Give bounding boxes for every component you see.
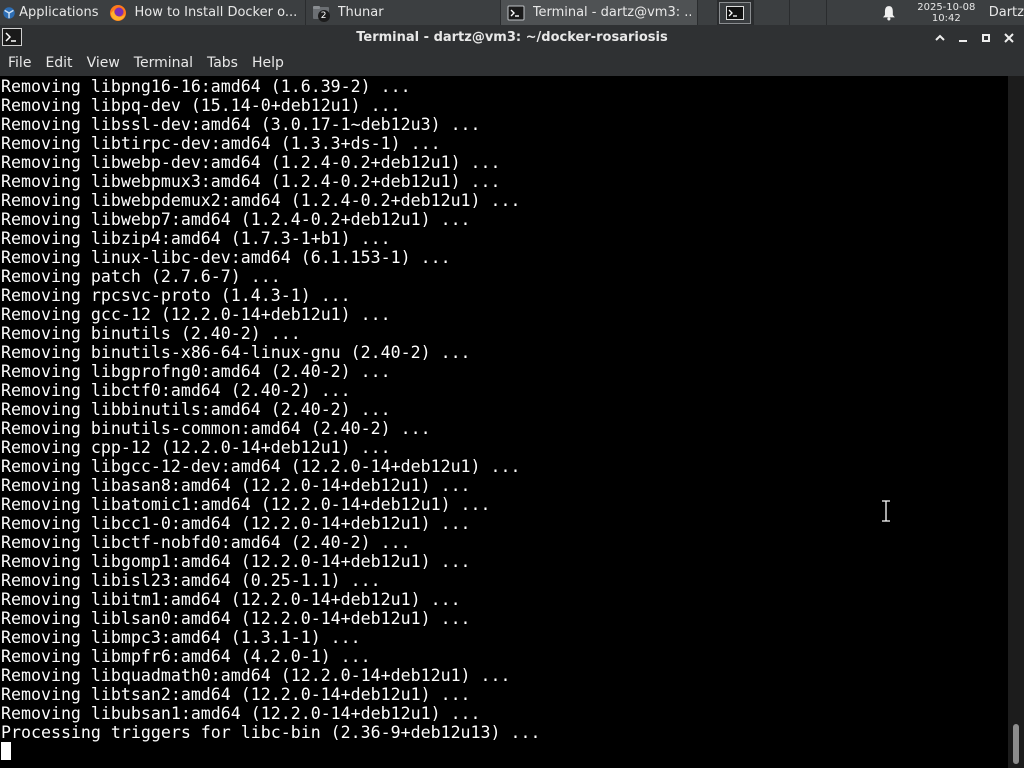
minimize-button[interactable]: [951, 25, 974, 50]
terminal-line: Removing libwebp-dev:amd64 (1.2.4-0.2+de…: [1, 153, 501, 172]
terminal-line: Removing libpng16-16:amd64 (1.6.39-2) ..…: [1, 77, 411, 96]
minimize-icon: [958, 39, 967, 42]
terminal-line: Removing libatomic1:amd64 (12.2.0-14+deb…: [1, 495, 491, 514]
terminal-line: Removing libquadmath0:amd64 (12.2.0-14+d…: [1, 666, 511, 685]
terminal-line: Removing libtsan2:amd64 (12.2.0-14+deb12…: [1, 685, 471, 704]
menu-file[interactable]: File: [0, 55, 38, 71]
terminal-line: Removing cpp-12 (12.2.0-14+deb12u1) ...: [1, 438, 391, 457]
terminal-line: Removing linux-libc-dev:amd64 (6.1.153-1…: [1, 248, 451, 267]
terminal-line: Removing binutils (2.40-2) ...: [1, 324, 301, 343]
maximize-button[interactable]: [974, 25, 997, 50]
task-label: Terminal - dartz@vm3: ...: [532, 5, 691, 20]
shade-button[interactable]: [928, 25, 951, 50]
terminal-line: Removing patch (2.7.6-7) ...: [1, 267, 281, 286]
terminal-line: Removing libzip4:amd64 (1.7.3-1+b1) ...: [1, 229, 391, 248]
window-titlebar[interactable]: Terminal - dartz@vm3: ~/docker-rosariosi…: [0, 25, 1024, 50]
task-firefox[interactable]: How to Install Docker o...: [103, 0, 306, 25]
workspace-3[interactable]: [789, 0, 825, 25]
workspace-2[interactable]: [753, 0, 789, 25]
menu-terminal[interactable]: Terminal: [127, 55, 200, 71]
menubar: File Edit View Terminal Tabs Help: [0, 50, 1024, 76]
menu-view[interactable]: View: [80, 55, 127, 71]
task-label: Thunar: [337, 5, 384, 20]
applications-menu[interactable]: Applications: [0, 0, 103, 25]
file-manager-icon: 2: [312, 4, 330, 22]
terminal-line: Removing binutils-x86-64-linux-gnu (2.40…: [1, 343, 471, 362]
terminal-line: Removing libwebpdemux2:amd64 (1.2.4-0.2+…: [1, 191, 521, 210]
applications-icon: [3, 6, 15, 19]
maximize-icon: [981, 33, 990, 42]
terminal-line: Removing libtirpc-dev:amd64 (1.3.3+ds-1)…: [1, 134, 441, 153]
firefox-icon: [109, 4, 126, 21]
terminal-line: Removing libmpc3:amd64 (1.3.1-1) ...: [1, 628, 361, 647]
terminal-line: Removing libitm1:amd64 (12.2.0-14+deb12u…: [1, 590, 461, 609]
terminal-line: Removing libwebp7:amd64 (1.2.4-0.2+deb12…: [1, 210, 471, 229]
menu-help[interactable]: Help: [245, 55, 291, 71]
user-menu[interactable]: Dartz: [983, 5, 1024, 20]
close-button[interactable]: [997, 25, 1020, 50]
terminal-line: Removing libbinutils:amd64 (2.40-2) ...: [1, 400, 391, 419]
task-label: How to Install Docker o...: [134, 5, 298, 20]
task-thunar[interactable]: 2 Thunar: [306, 0, 501, 25]
clock[interactable]: 2025-10-08 10:42: [910, 2, 983, 24]
terminal-line: Removing libubsan1:amd64 (12.2.0-14+deb1…: [1, 704, 481, 723]
chevron-up-icon: [934, 34, 945, 41]
terminal-line: Removing gcc-12 (12.2.0-14+deb12u1) ...: [1, 305, 391, 324]
menu-tabs[interactable]: Tabs: [200, 55, 245, 71]
terminal-line: Removing libctf-nobfd0:amd64 (2.40-2) ..…: [1, 533, 411, 552]
terminal-line: Removing libwebpmux3:amd64 (1.2.4-0.2+de…: [1, 172, 501, 191]
workspace-1[interactable]: [716, 0, 754, 25]
terminal-line: Removing libisl23:amd64 (0.25-1.1) ...: [1, 571, 381, 590]
clock-date: 2025-10-08: [917, 1, 976, 13]
terminal-line: Processing triggers for libc-bin (2.36-9…: [1, 723, 541, 742]
terminal-line: Removing rpcsvc-proto (1.4.3-1) ...: [1, 286, 351, 305]
prompt-line[interactable]: [1, 742, 540, 761]
clock-time: 10:42: [931, 12, 961, 24]
notification-bell-icon[interactable]: [882, 5, 896, 21]
terminal-line: Removing libssl-dev:amd64 (3.0.17-1~deb1…: [1, 115, 481, 134]
applications-label: Applications: [19, 5, 99, 20]
terminal-output[interactable]: Removing libpng16-16:amd64 (1.6.39-2) ..…: [0, 76, 1008, 768]
terminal-icon: [507, 5, 525, 20]
terminal-line: Removing libpq-dev (15.14-0+deb12u1) ...: [1, 96, 401, 115]
terminal-line: Removing libasan8:amd64 (12.2.0-14+deb12…: [1, 476, 471, 495]
scrollbar[interactable]: [1008, 76, 1024, 768]
terminal-line: Removing libgomp1:amd64 (12.2.0-14+deb12…: [1, 552, 471, 571]
window-count-badge: 2: [317, 9, 330, 22]
terminal-icon: [726, 5, 745, 20]
window-title: Terminal - dartz@vm3: ~/docker-rosariosi…: [356, 30, 668, 45]
task-terminal[interactable]: Terminal - dartz@vm3: ...: [500, 0, 698, 25]
terminal-cursor: [1, 742, 11, 760]
terminal-line: Removing libmpfr6:amd64 (4.2.0-1) ...: [1, 647, 371, 666]
terminal-line: Removing liblsan0:amd64 (12.2.0-14+deb12…: [1, 609, 471, 628]
terminal-line: Removing libcc1-0:amd64 (12.2.0-14+deb12…: [1, 514, 471, 533]
terminal-line: Removing libctf0:amd64 (2.40-2) ...: [1, 381, 351, 400]
terminal-lines: Removing libpng16-16:amd64 (1.6.39-2) ..…: [1, 77, 540, 761]
top-panel: Applications How to Install Docker o... …: [0, 0, 1024, 25]
terminal-line: Removing libgcc-12-dev:amd64 (12.2.0-14+…: [1, 457, 521, 476]
workspace-4[interactable]: [825, 0, 862, 25]
close-icon: [1003, 32, 1014, 43]
terminal-line: Removing binutils-common:amd64 (2.40-2) …: [1, 419, 431, 438]
terminal-line: Removing libgprofng0:amd64 (2.40-2) ...: [1, 362, 391, 381]
scrollbar-thumb[interactable]: [1013, 724, 1019, 764]
text-cursor-icon: [882, 500, 890, 522]
menu-edit[interactable]: Edit: [38, 55, 79, 71]
